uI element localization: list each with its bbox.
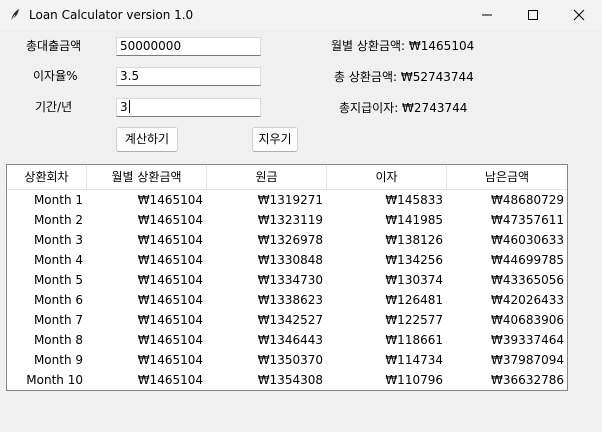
window-title: Loan Calculator version 1.0 bbox=[29, 8, 194, 22]
loan-amount-value: 50000000 bbox=[120, 39, 182, 53]
total-interest-result: 총지급이자: ₩2743744 bbox=[339, 101, 468, 115]
monthly-payment-result: 월별 상환금액: ₩1465104 bbox=[331, 39, 475, 53]
table-cell: ₩1465104 bbox=[137, 293, 203, 307]
table-cell: ₩39337464 bbox=[491, 333, 564, 347]
table-cell: ₩1319271 bbox=[257, 193, 323, 207]
table-cell: ₩114734 bbox=[385, 353, 443, 367]
table-row[interactable]: Month 1 ₩1465104 ₩1319271 ₩145833 ₩48680729 bbox=[7, 190, 567, 210]
table-cell: ₩1323119 bbox=[257, 213, 323, 227]
table-cell: ₩1465104 bbox=[137, 353, 203, 367]
table-row[interactable]: Month 8 ₩1465104 ₩1346443 ₩118661 ₩39337464 bbox=[7, 330, 567, 350]
table-cell: ₩138126 bbox=[385, 233, 443, 247]
schedule-table[interactable]: 상환회차 월별 상환금액 원금 이자 남은금액 Month 1 ₩1465104 ₩… bbox=[6, 164, 568, 391]
table-cell: ₩122577 bbox=[385, 313, 443, 327]
table-cell: ₩1465104 bbox=[137, 373, 203, 387]
interest-rate-label: 이자율% bbox=[33, 69, 78, 83]
minimize-icon bbox=[482, 14, 492, 16]
table-cell: Month 3 bbox=[33, 233, 83, 247]
table-cell: ₩43365056 bbox=[491, 273, 564, 287]
table-cell: Month 9 bbox=[33, 353, 83, 367]
table-row[interactable]: Month 7 ₩1465104 ₩1342527 ₩122577 ₩40683906 bbox=[7, 310, 567, 330]
table-row[interactable]: Month 5 ₩1465104 ₩1334730 ₩130374 ₩43365056 bbox=[7, 270, 567, 290]
total-payment-result: 총 상환금액: ₩52743744 bbox=[334, 70, 474, 84]
table-cell: ₩1465104 bbox=[137, 333, 203, 347]
table-cell: ₩44699785 bbox=[491, 253, 564, 267]
column-header-principal[interactable]: 원금 bbox=[207, 165, 327, 189]
table-cell: ₩1465104 bbox=[137, 233, 203, 247]
table-cell: ₩1334730 bbox=[257, 273, 323, 287]
table-cell: Month 10 bbox=[26, 373, 83, 387]
table-cell: ₩1465104 bbox=[137, 193, 203, 207]
table-cell: ₩1354308 bbox=[257, 373, 323, 387]
table-cell: ₩134256 bbox=[385, 253, 443, 267]
table-cell: ₩40683906 bbox=[491, 313, 564, 327]
table-cell: ₩46030633 bbox=[491, 233, 564, 247]
table-cell: ₩118661 bbox=[385, 333, 443, 347]
table-cell: ₩110796 bbox=[385, 373, 443, 387]
table-cell: ₩141985 bbox=[385, 213, 443, 227]
interest-rate-value: 3.5 bbox=[120, 69, 140, 83]
table-cell: ₩1465104 bbox=[137, 313, 203, 327]
loan-amount-input[interactable]: 50000000 bbox=[116, 37, 261, 56]
table-cell: ₩1465104 bbox=[137, 273, 203, 287]
table-cell: ₩126481 bbox=[385, 293, 443, 307]
minimize-button[interactable] bbox=[464, 0, 510, 30]
table-row[interactable]: Month 2 ₩1465104 ₩1323119 ₩141985 ₩47357611 bbox=[7, 210, 567, 230]
interest-rate-input[interactable]: 3.5 bbox=[116, 67, 261, 86]
table-cell: ₩47357611 bbox=[491, 213, 564, 227]
table-cell: ₩1465104 bbox=[137, 253, 203, 267]
table-row[interactable]: Month 6 ₩1465104 ₩1338623 ₩126481 ₩42026433 bbox=[7, 290, 567, 310]
table-cell: ₩1338623 bbox=[257, 293, 323, 307]
table-cell: Month 6 bbox=[33, 293, 83, 307]
table-cell: Month 7 bbox=[33, 313, 83, 327]
maximize-icon bbox=[528, 10, 538, 20]
table-cell: ₩1465104 bbox=[137, 213, 203, 227]
table-cell: Month 5 bbox=[33, 273, 83, 287]
feather-icon bbox=[10, 9, 19, 22]
close-button[interactable] bbox=[556, 0, 602, 30]
loan-term-value: 3 bbox=[120, 100, 128, 114]
column-header-interest[interactable]: 이자 bbox=[327, 165, 447, 189]
table-cell: Month 8 bbox=[33, 333, 83, 347]
calculate-button[interactable]: 계산하기 bbox=[116, 127, 178, 152]
table-cell: ₩48680729 bbox=[491, 193, 564, 207]
table-cell: ₩36632786 bbox=[491, 373, 564, 387]
table-cell: ₩1350370 bbox=[257, 353, 323, 367]
loan-term-input[interactable]: 3 bbox=[116, 98, 261, 117]
table-cell: ₩42026433 bbox=[491, 293, 564, 307]
table-cell: ₩145833 bbox=[385, 193, 443, 207]
table-cell: ₩37987094 bbox=[491, 353, 564, 367]
table-header: 상환회차 월별 상환금액 원금 이자 남은금액 bbox=[7, 165, 567, 190]
table-row[interactable]: Month 4 ₩1465104 ₩1330848 ₩134256 ₩44699785 bbox=[7, 250, 567, 270]
column-header-remaining[interactable]: 남은금액 bbox=[447, 165, 567, 189]
column-header-period[interactable]: 상환회차 bbox=[7, 165, 87, 189]
title-bar[interactable]: Loan Calculator version 1.0 bbox=[0, 0, 602, 30]
maximize-button[interactable] bbox=[510, 0, 556, 30]
close-icon bbox=[573, 9, 585, 21]
table-cell: Month 2 bbox=[33, 213, 83, 227]
table-cell: ₩130374 bbox=[385, 273, 443, 287]
table-cell: ₩1346443 bbox=[257, 333, 323, 347]
column-header-monthly-payment[interactable]: 월별 상환금액 bbox=[87, 165, 207, 189]
table-cell: ₩1326978 bbox=[257, 233, 323, 247]
clear-button[interactable]: 지우기 bbox=[252, 127, 298, 152]
table-cell: Month 1 bbox=[33, 193, 83, 207]
loan-amount-label: 총대출금액 bbox=[26, 39, 82, 53]
table-cell: ₩1330848 bbox=[257, 253, 323, 267]
table-row[interactable]: Month 9 ₩1465104 ₩1350370 ₩114734 ₩37987094 bbox=[7, 350, 567, 370]
text-caret bbox=[128, 100, 130, 113]
loan-term-label: 기간/년 bbox=[35, 100, 73, 114]
table-cell: ₩1342527 bbox=[257, 313, 323, 327]
table-row[interactable]: Month 10 ₩1465104 ₩1354308 ₩110796 ₩36632786 bbox=[7, 370, 567, 390]
table-row[interactable]: Month 3 ₩1465104 ₩1326978 ₩138126 ₩46030633 bbox=[7, 230, 567, 250]
table-cell: Month 4 bbox=[33, 253, 83, 267]
